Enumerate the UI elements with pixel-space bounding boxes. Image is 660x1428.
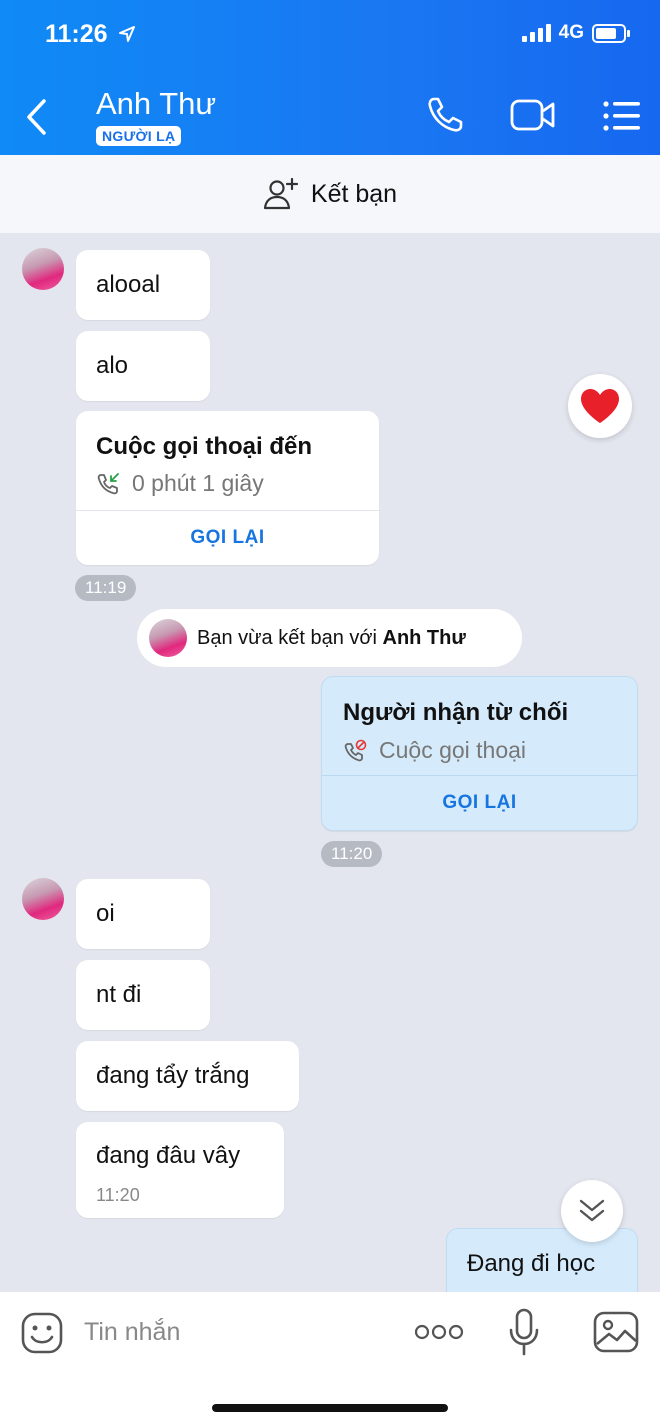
status-time: 11:26 xyxy=(45,20,108,48)
contact-name[interactable]: Anh Thư xyxy=(96,86,216,122)
call-duration: 0 phút 1 giây xyxy=(132,470,264,496)
message-bubble[interactable]: alo xyxy=(76,331,210,401)
battery-icon xyxy=(592,23,630,43)
call-detail: Cuộc gọi thoại xyxy=(343,737,526,764)
add-friend-label: Kết bạn xyxy=(310,179,398,208)
avatar[interactable] xyxy=(22,248,64,290)
menu-icon[interactable] xyxy=(603,100,641,132)
back-icon[interactable] xyxy=(24,98,48,136)
incoming-call-icon xyxy=(97,472,119,494)
message-bubble[interactable]: oi xyxy=(76,879,210,949)
notice-prefix: Bạn vừa kết bạn với xyxy=(197,626,383,649)
heart-icon xyxy=(581,389,619,423)
add-friend-icon xyxy=(263,177,299,210)
video-icon[interactable] xyxy=(510,98,556,132)
message-time: 11:20 xyxy=(96,1185,140,1205)
incoming-call-card: Cuộc gọi thoại đến 0 phút 1 giây GỌI LẠI xyxy=(76,411,379,565)
scroll-down-button[interactable] xyxy=(561,1180,623,1242)
message-text: đang đâu vây xyxy=(96,1142,241,1169)
network-label: 4G xyxy=(558,22,584,43)
more-icon[interactable] xyxy=(414,1322,464,1342)
call-detail: 0 phút 1 giây xyxy=(96,470,264,497)
call-back-button[interactable]: GỌI LẠI xyxy=(76,510,379,565)
home-indicator xyxy=(212,1404,448,1412)
message-text: oi xyxy=(96,900,115,927)
notice-name: Anh Thư xyxy=(382,626,466,649)
location-icon xyxy=(119,26,135,42)
signal-icon xyxy=(521,24,551,42)
message-text: đang tẩy trắng xyxy=(96,1062,250,1089)
timestamp: 11:20 xyxy=(321,841,383,867)
chat-header: 11:26 4G Anh Thư NGƯỜI LẠ xyxy=(0,0,660,155)
image-icon[interactable] xyxy=(592,1310,640,1354)
message-bubble[interactable]: đang đâu vây 11:20 xyxy=(76,1122,284,1218)
stranger-badge: NGƯỜI LẠ xyxy=(96,126,182,146)
reaction-button[interactable] xyxy=(568,374,632,438)
message-bubble[interactable]: đang tẩy trắng xyxy=(76,1041,299,1111)
notice-text: Bạn vừa kết bạn với Anh Thư xyxy=(197,627,466,650)
call-title: Cuộc gọi thoại đến xyxy=(96,433,312,460)
message-text: alooal xyxy=(96,271,161,298)
phone-icon[interactable] xyxy=(426,96,464,134)
message-input[interactable]: Tin nhắn xyxy=(84,1318,180,1347)
timestamp: 11:19 xyxy=(75,575,137,601)
avatar xyxy=(149,619,187,657)
friend-added-notice: Bạn vừa kết bạn với Anh Thư xyxy=(137,609,522,667)
add-friend-bar[interactable]: Kết bạn xyxy=(0,155,660,233)
message-text: alo xyxy=(96,352,129,379)
avatar[interactable] xyxy=(22,878,64,920)
status-right: 4G xyxy=(521,22,630,44)
sticker-icon[interactable] xyxy=(20,1311,64,1355)
message-text: nt đi xyxy=(96,981,142,1008)
call-back-button[interactable]: GỌI LẠI xyxy=(322,775,637,830)
chevron-down-icon xyxy=(579,1199,605,1222)
outgoing-call-card: Người nhận từ chối Cuộc gọi thoại GỌI LẠ… xyxy=(321,676,638,831)
call-title: Người nhận từ chối xyxy=(343,699,569,726)
message-bubble[interactable]: alooal xyxy=(76,250,210,320)
message-text: Đang đi học xyxy=(467,1250,596,1277)
mic-icon[interactable] xyxy=(508,1308,540,1356)
message-bubble[interactable]: nt đi xyxy=(76,960,210,1030)
missed-call-icon xyxy=(344,739,367,761)
call-detail-text: Cuộc gọi thoại xyxy=(379,737,527,763)
